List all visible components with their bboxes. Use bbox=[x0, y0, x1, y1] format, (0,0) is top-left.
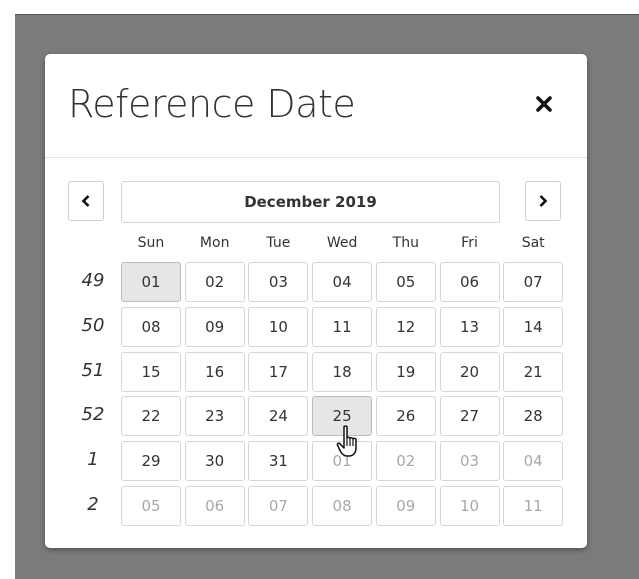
calendar-day[interactable]: 30 bbox=[184, 441, 245, 482]
calendar-day[interactable]: 16 bbox=[184, 351, 245, 392]
calendar-day[interactable]: 05 bbox=[375, 262, 436, 302]
calendar-day[interactable]: 27 bbox=[439, 396, 500, 437]
calendar-day[interactable]: 23 bbox=[184, 396, 245, 437]
calendar-day-other-month[interactable]: 05 bbox=[121, 486, 181, 526]
chevron-right-icon bbox=[539, 195, 548, 207]
prev-month-button[interactable] bbox=[68, 181, 104, 221]
week-number: 2 bbox=[87, 494, 99, 515]
chevron-left-icon bbox=[81, 195, 90, 207]
weekday-label: Wed bbox=[326, 235, 358, 251]
calendar-day[interactable]: 10 bbox=[248, 306, 309, 347]
calendar-day-other-month[interactable]: 06 bbox=[184, 486, 245, 526]
calendar-day-other-month[interactable]: 08 bbox=[312, 486, 373, 526]
calendar-day[interactable]: 19 bbox=[375, 351, 436, 392]
calendar-day[interactable]: 28 bbox=[503, 396, 564, 437]
week-number: 1 bbox=[87, 449, 99, 471]
week-number: 50 bbox=[81, 314, 105, 336]
calendar-day[interactable]: 26 bbox=[375, 396, 436, 437]
calendar-day[interactable]: 11 bbox=[312, 306, 373, 347]
weekday-label: Thu bbox=[392, 235, 419, 251]
month-year-switch[interactable]: December 2019 bbox=[121, 181, 500, 223]
modal-title: Reference Date bbox=[68, 82, 356, 126]
modal-header: Reference Date bbox=[45, 54, 587, 158]
calendar-day[interactable]: 07 bbox=[503, 262, 564, 302]
calendar-day-other-month[interactable]: 07 bbox=[248, 486, 309, 526]
calendar-day-other-month[interactable]: 02 bbox=[375, 441, 436, 482]
calendar-day[interactable]: 13 bbox=[439, 306, 500, 347]
calendar-day[interactable]: 14 bbox=[503, 306, 564, 347]
calendar-day[interactable]: 18 bbox=[312, 351, 373, 392]
calendar-day-other-month[interactable]: 04 bbox=[503, 441, 564, 482]
calendar-day[interactable]: 31 bbox=[248, 441, 309, 482]
week-number: 52 bbox=[81, 404, 105, 426]
next-month-button[interactable] bbox=[525, 181, 561, 221]
calendar-day[interactable]: 24 bbox=[248, 396, 309, 437]
weekday-label: Mon bbox=[199, 235, 230, 251]
calendar-day-other-month[interactable]: 03 bbox=[439, 441, 500, 482]
weekday-label: Tue bbox=[266, 235, 291, 251]
calendar-day[interactable]: 15 bbox=[121, 351, 181, 392]
close-button[interactable] bbox=[531, 89, 557, 119]
reference-date-modal: Reference Date December 2019 Sun Mon Tue We… bbox=[45, 54, 587, 548]
calendar-day[interactable]: 22 bbox=[121, 396, 181, 437]
weekday-label: Sun bbox=[137, 235, 165, 251]
calendar-day[interactable]: 08 bbox=[121, 306, 181, 347]
calendar-day[interactable]: 03 bbox=[248, 262, 309, 302]
calendar-day[interactable]: 29 bbox=[121, 441, 181, 482]
calendar-day[interactable]: 01 bbox=[121, 262, 181, 302]
week-number: 49 bbox=[81, 270, 105, 291]
calendar-day[interactable]: 20 bbox=[439, 351, 500, 392]
hand-pointer-icon bbox=[336, 425, 357, 457]
calendar-day[interactable]: 17 bbox=[248, 351, 309, 392]
calendar-day[interactable]: 04 bbox=[312, 262, 373, 302]
calendar-day-other-month[interactable]: 11 bbox=[503, 486, 564, 526]
close-icon bbox=[536, 96, 552, 112]
calendar-day[interactable]: 12 bbox=[375, 306, 436, 347]
calendar-day[interactable]: 06 bbox=[439, 262, 500, 302]
week-number: 51 bbox=[81, 359, 105, 381]
calendar-day-other-month[interactable]: 10 bbox=[439, 486, 500, 526]
calendar-day-other-month[interactable]: 09 bbox=[375, 486, 436, 526]
weekday-label: Fri bbox=[461, 235, 478, 251]
weekday-label: Sat bbox=[521, 235, 545, 251]
calendar-day[interactable]: 21 bbox=[503, 351, 564, 392]
calendar-day[interactable]: 02 bbox=[184, 262, 245, 302]
calendar-day[interactable]: 09 bbox=[184, 306, 245, 347]
